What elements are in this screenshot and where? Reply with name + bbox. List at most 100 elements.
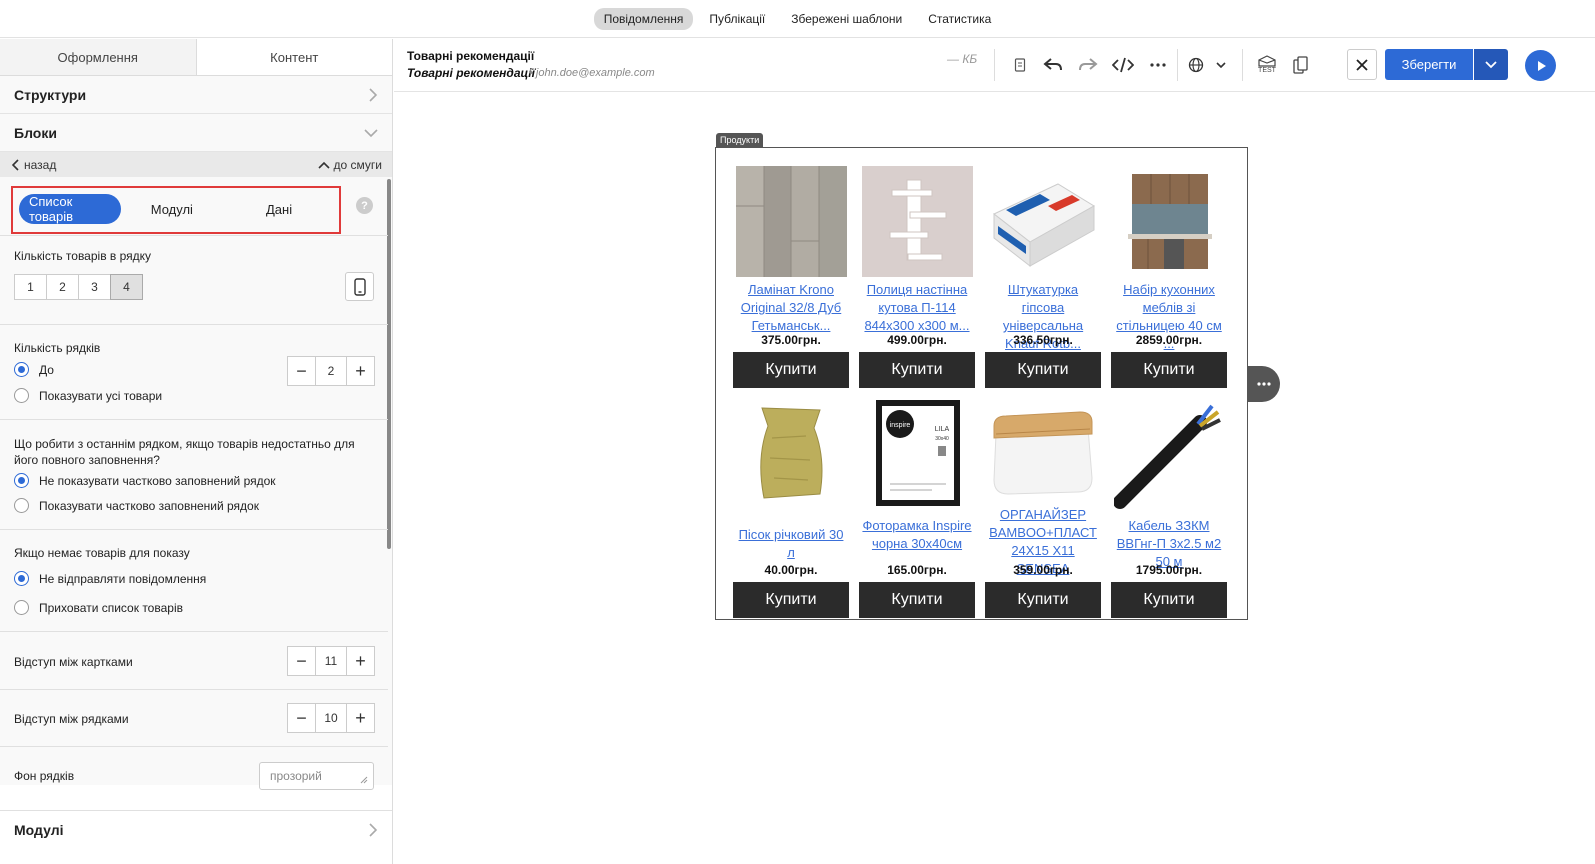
- shelf-image[interactable]: [861, 166, 973, 277]
- no-products-hide-radio[interactable]: Приховати список товарів: [14, 600, 183, 615]
- more-icon[interactable]: [1145, 53, 1171, 77]
- block-tag[interactable]: Продукти: [716, 133, 764, 147]
- per-row-option-3[interactable]: 3: [78, 274, 111, 300]
- close-button[interactable]: [1347, 49, 1377, 80]
- preview-play-button[interactable]: [1525, 50, 1556, 81]
- plaster-bag-image[interactable]: [987, 166, 1099, 277]
- product-name-link[interactable]: Фоторамка Inspire чорна 30x40см: [859, 517, 975, 553]
- structures-section[interactable]: Структури: [0, 76, 392, 114]
- rows-show-all-radio[interactable]: Показувати усі товари: [14, 388, 162, 403]
- buy-button[interactable]: Купити: [1111, 352, 1227, 388]
- organizer-image[interactable]: [987, 398, 1099, 502]
- products-block[interactable]: Ламінат Krono Original 32/8 Дуб Гетьманс…: [715, 147, 1248, 620]
- test-send-icon[interactable]: TEST: [1254, 53, 1280, 77]
- mobile-preview-icon[interactable]: [1288, 53, 1314, 77]
- code-icon[interactable]: [1110, 53, 1136, 77]
- left-panel: Оформлення Контент Структури Блоки назад…: [0, 39, 393, 864]
- document-icon[interactable]: [1007, 53, 1033, 77]
- rows-stepper: − 2 +: [287, 356, 375, 386]
- frame-brand-text: inspire: [889, 422, 910, 429]
- more-icon: [1257, 382, 1271, 386]
- mobile-view-button[interactable]: [345, 272, 374, 301]
- row-gap-value[interactable]: 10: [316, 703, 346, 733]
- buy-button[interactable]: Купити: [859, 352, 975, 388]
- segment-product-list[interactable]: Список товарів: [19, 194, 121, 224]
- product-card: Пісок річковий 30 л 40.00грн. Купити: [733, 398, 849, 618]
- tab-content[interactable]: Контент: [195, 39, 392, 75]
- laminate-image[interactable]: [735, 166, 847, 277]
- buy-button[interactable]: Купити: [985, 582, 1101, 618]
- radio-dot: [14, 600, 29, 615]
- save-button[interactable]: Зберегти: [1385, 49, 1473, 80]
- row-gap-minus-button[interactable]: −: [287, 703, 316, 733]
- row-bg-value: прозорий: [270, 769, 322, 783]
- help-icon[interactable]: ?: [356, 197, 373, 214]
- save-dropdown-button[interactable]: [1474, 49, 1508, 80]
- buy-button[interactable]: Купити: [985, 352, 1101, 388]
- buy-button[interactable]: Купити: [733, 352, 849, 388]
- segment-highlight: Список товарів Модулі Дані: [11, 186, 341, 234]
- card-gap-plus-button[interactable]: +: [346, 646, 375, 676]
- product-name-link[interactable]: Полиця настінна кутова П-114 844x300 x30…: [859, 281, 975, 335]
- product-card: ОРГАНАЙЗЕР BAMBOO+ПЛАСТ 24X15 X11 SENSEA…: [985, 398, 1101, 618]
- chevron-right-icon: [369, 822, 378, 837]
- segment-modules[interactable]: Модулі: [121, 194, 223, 224]
- last-row-hide-radio[interactable]: Не показувати частково заповнений рядок: [14, 473, 276, 488]
- block-settings: Список товарів Модулі Дані ? Кількість т…: [0, 177, 392, 785]
- undo-icon[interactable]: [1040, 53, 1066, 77]
- rows-minus-button[interactable]: −: [287, 356, 316, 386]
- no-products-hide-label: Приховати список товарів: [39, 600, 183, 615]
- per-row-option-4[interactable]: 4: [110, 274, 143, 300]
- tab-saved-templates[interactable]: Збережені шаблони: [781, 8, 912, 30]
- kitchen-image[interactable]: [1113, 166, 1225, 277]
- blocks-title: Блоки: [14, 124, 57, 141]
- buy-button[interactable]: Купити: [733, 582, 849, 618]
- per-row-option-1[interactable]: 1: [14, 274, 47, 300]
- no-products-dont-send-radio[interactable]: Не відправляти повідомлення: [14, 571, 206, 586]
- rows-plus-button[interactable]: +: [346, 356, 375, 386]
- buy-button[interactable]: Купити: [1111, 582, 1227, 618]
- tab-statistics[interactable]: Статистика: [918, 8, 1001, 30]
- divider: [0, 324, 388, 325]
- row-bg-input[interactable]: прозорий: [259, 762, 374, 790]
- structures-title: Структури: [14, 86, 87, 103]
- card-gap-value[interactable]: 11: [316, 646, 346, 676]
- panel-tabs: Оформлення Контент: [0, 39, 392, 76]
- chevron-up-icon: [317, 161, 330, 169]
- row-gap-plus-button[interactable]: +: [346, 703, 375, 733]
- rows-up-to-radio[interactable]: До: [14, 362, 54, 377]
- tab-messages[interactable]: Повідомлення: [593, 7, 694, 30]
- modules-title: Модулі: [14, 821, 64, 838]
- globe-icon[interactable]: [1183, 53, 1209, 77]
- product-name-link[interactable]: Ламінат Krono Original 32/8 Дуб Гетьманс…: [733, 281, 849, 335]
- back-button[interactable]: назад: [12, 158, 56, 172]
- blocks-section[interactable]: Блоки: [0, 114, 392, 152]
- rows-value[interactable]: 2: [316, 356, 346, 386]
- redo-icon[interactable]: [1075, 53, 1101, 77]
- photo-frame-image[interactable]: inspire LILA 30x40: [861, 398, 973, 509]
- tab-design[interactable]: Оформлення: [0, 39, 196, 75]
- chevron-down-icon[interactable]: [1208, 53, 1234, 77]
- cable-image[interactable]: [1113, 398, 1225, 509]
- per-row-label: Кількість товарів в рядку: [14, 249, 152, 263]
- to-stripe-button[interactable]: до смуги: [317, 158, 382, 172]
- modules-section[interactable]: Модулі: [0, 810, 392, 848]
- block-more-button[interactable]: [1248, 366, 1280, 402]
- product-name-link[interactable]: Пісок річковий 30 л: [733, 526, 849, 562]
- back-label: назад: [24, 158, 57, 172]
- segment-data[interactable]: Дані: [223, 194, 335, 224]
- segment-control: Список товарів Модулі Дані: [19, 193, 335, 225]
- divider: [1177, 49, 1178, 81]
- no-products-label: Якщо немає товарів для показу: [14, 546, 190, 560]
- rows-label: Кількість рядків: [14, 341, 101, 355]
- chevron-down-icon: [1485, 60, 1497, 68]
- to-stripe-label: до смуги: [333, 158, 382, 172]
- chevron-down-icon: [364, 128, 378, 137]
- row-gap-stepper: − 10 +: [287, 703, 375, 733]
- tab-publications[interactable]: Публікації: [699, 8, 775, 30]
- sand-bag-image[interactable]: [735, 398, 847, 509]
- last-row-show-radio[interactable]: Показувати частково заповнений рядок: [14, 498, 259, 513]
- card-gap-minus-button[interactable]: −: [287, 646, 316, 676]
- per-row-option-2[interactable]: 2: [46, 274, 79, 300]
- buy-button[interactable]: Купити: [859, 582, 975, 618]
